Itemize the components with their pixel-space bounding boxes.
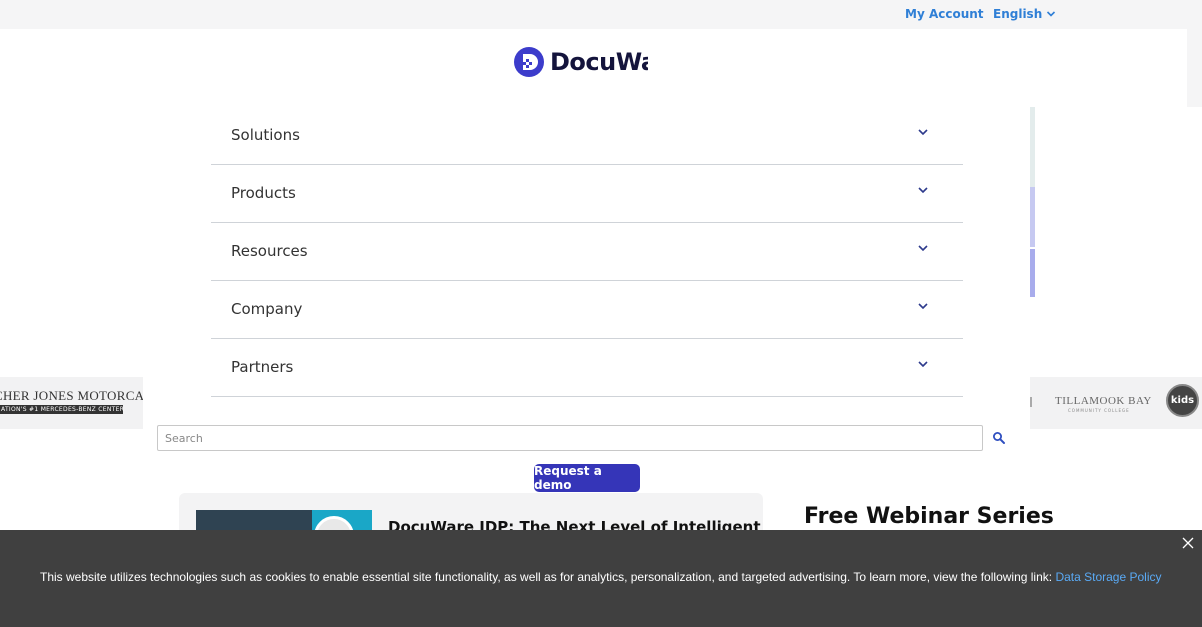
nav-item-partners[interactable]: Partners [211, 339, 963, 397]
customer-logo-tagline: ATION'S #1 MERCEDES-BENZ CENTER [0, 405, 125, 414]
nav-item-resources[interactable]: Resources [211, 223, 963, 281]
docuware-logo-text: DocuWare [550, 48, 648, 76]
search-icon[interactable] [992, 431, 1006, 445]
chevron-down-icon [918, 303, 928, 310]
chevron-down-icon [918, 245, 928, 252]
nav-item-solutions[interactable]: Solutions [211, 107, 963, 165]
customer-logo-name: TILLAMOOK BAY [1055, 395, 1152, 407]
top-utility-bar: My Account English [0, 0, 1202, 29]
kids-logo: kids [1166, 384, 1199, 417]
cookie-banner: This website utilizes technologies such … [0, 530, 1202, 627]
main-navigation: Solutions Products Resources Company Par… [211, 107, 963, 397]
request-demo-button[interactable]: Request a demo [534, 464, 640, 492]
nav-item-products[interactable]: Products [211, 165, 963, 223]
customer-logo-right: TILLAMOOK BAY COMMUNITY COLLEGE kids [1030, 377, 1202, 429]
search-input[interactable] [157, 425, 983, 451]
scroll-indicator[interactable] [1030, 107, 1035, 297]
close-icon[interactable] [1182, 537, 1194, 549]
my-account-link[interactable]: My Account [905, 7, 984, 21]
language-label: English [993, 7, 1043, 21]
language-selector[interactable]: English [993, 7, 1056, 21]
customer-logo-name: CHER JONES MOTORCARS [0, 388, 143, 403]
cookie-message: This website utilizes technologies such … [40, 570, 1056, 584]
chevron-down-icon [918, 187, 928, 194]
side-panel-edge [1187, 29, 1202, 107]
featured-content-card[interactable]: DocuWare IDP: The Next Level of Intellig… [179, 493, 763, 536]
nav-item-company[interactable]: Company [211, 281, 963, 339]
docuware-logo-icon [514, 47, 544, 77]
docuware-logo[interactable]: DocuWare [514, 46, 648, 78]
webinar-heading: Free Webinar Series [804, 504, 1054, 529]
nav-item-label: Company [231, 300, 303, 318]
customer-logo-tagline: COMMUNITY COLLEGE [1068, 408, 1130, 413]
nav-item-label: Partners [231, 358, 294, 376]
chevron-down-icon [1047, 11, 1056, 17]
logo-fragment [1030, 397, 1032, 407]
data-storage-policy-link[interactable]: Data Storage Policy [1055, 570, 1161, 584]
nav-item-label: Resources [231, 242, 308, 260]
chevron-down-icon [918, 361, 928, 368]
customer-logo-left: CHER JONES MOTORCARS ATION'S #1 MERCEDES… [0, 377, 143, 429]
cookie-text: This website utilizes technologies such … [40, 570, 1162, 584]
chevron-down-icon [918, 129, 928, 136]
nav-item-label: Products [231, 184, 296, 202]
nav-item-label: Solutions [231, 126, 300, 144]
